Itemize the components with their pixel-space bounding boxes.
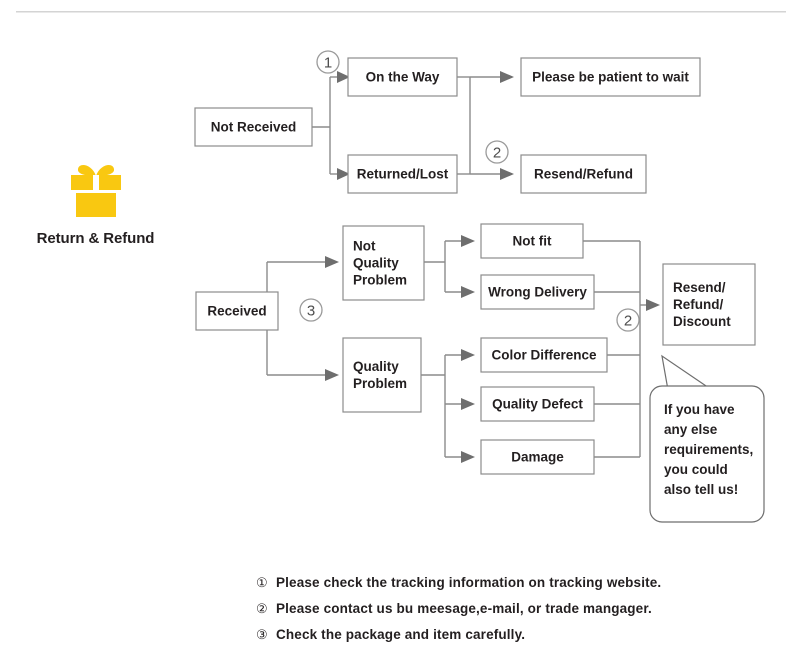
footnote-text: Check the package and item carefully. xyxy=(276,627,526,642)
node-not-fit[interactable]: Not fit xyxy=(480,223,584,259)
node-label: Color Difference xyxy=(491,348,597,363)
node-not-quality[interactable]: Not Quality Problem xyxy=(342,225,425,301)
connectors-not-received xyxy=(312,71,350,180)
node-on-the-way[interactable]: On the Way xyxy=(347,57,458,97)
marker-number: 2 xyxy=(624,313,632,330)
node-resend-refund[interactable]: Resend/Refund xyxy=(520,154,647,194)
node-resend-refund-discount[interactable]: Resend/Refund/Discount xyxy=(662,263,756,346)
marker-number: 2 xyxy=(493,145,501,162)
marker-1: 1 xyxy=(316,50,340,74)
node-label: Resend/Refund/Discount xyxy=(673,280,731,329)
node-label: Resend/Refund xyxy=(534,167,633,182)
node-box xyxy=(342,337,422,413)
footnote-row: ① Please check the tracking information … xyxy=(256,575,756,601)
node-label: Quality Defect xyxy=(492,397,583,412)
node-be-patient[interactable]: Please be patient to wait xyxy=(520,57,701,97)
node-quality-defect[interactable]: Quality Defect xyxy=(480,386,595,422)
footnote-marker: ② xyxy=(256,601,268,616)
footnote-text: Please check the tracking information on… xyxy=(276,575,662,590)
node-label: Please be patient to wait xyxy=(532,70,689,85)
node-wrong-delivery[interactable]: Wrong Delivery xyxy=(480,274,595,310)
node-quality[interactable]: Quality Problem xyxy=(342,337,422,413)
node-label: Damage xyxy=(511,450,564,465)
node-damage[interactable]: Damage xyxy=(480,439,595,475)
node-label: Received xyxy=(207,304,266,319)
node-label: Not Received xyxy=(211,120,297,135)
footnote-row: ② Please contact us bu meesage,e-mail, o… xyxy=(256,601,756,627)
node-label: Returned/Lost xyxy=(357,167,449,182)
node-label: Not fit xyxy=(513,234,552,249)
node-label: Wrong Delivery xyxy=(488,285,587,300)
connectors-not-quality-children xyxy=(424,235,475,298)
bubble-tail xyxy=(661,354,714,391)
flow-diagram: Not Received On the Way Returned/Lost Pleas… xyxy=(194,50,765,523)
connectors-quality-children xyxy=(421,349,475,463)
marker-number: 3 xyxy=(307,303,315,320)
node-returned-lost[interactable]: Returned/Lost xyxy=(347,154,458,194)
footnote-marker: ① xyxy=(256,575,268,590)
footnote-row: ③ Check the package and item carefully. xyxy=(256,627,756,653)
footnotes: ① Please check the tracking information … xyxy=(256,575,756,653)
connectors-top-right xyxy=(457,71,514,180)
footnote-marker: ③ xyxy=(256,627,268,642)
marker-2-top: 2 xyxy=(485,140,509,164)
flowchart-page: Return & Refund Not Received On the Way … xyxy=(0,0,800,660)
bubble-tail-join xyxy=(670,387,710,390)
node-received[interactable]: Received xyxy=(195,291,279,331)
marker-3: 3 xyxy=(299,298,323,322)
node-color-diff[interactable]: Color Difference xyxy=(480,337,608,373)
help-bubble: If you have any else requirements, you coul… xyxy=(649,354,765,523)
footnote-text: Please contact us bu meesage,e-mail, or … xyxy=(276,601,652,616)
node-not-received[interactable]: Not Received xyxy=(194,107,313,147)
node-label: On the Way xyxy=(366,70,440,85)
marker-2-bottom: 2 xyxy=(616,308,640,332)
marker-number: 1 xyxy=(324,55,332,72)
